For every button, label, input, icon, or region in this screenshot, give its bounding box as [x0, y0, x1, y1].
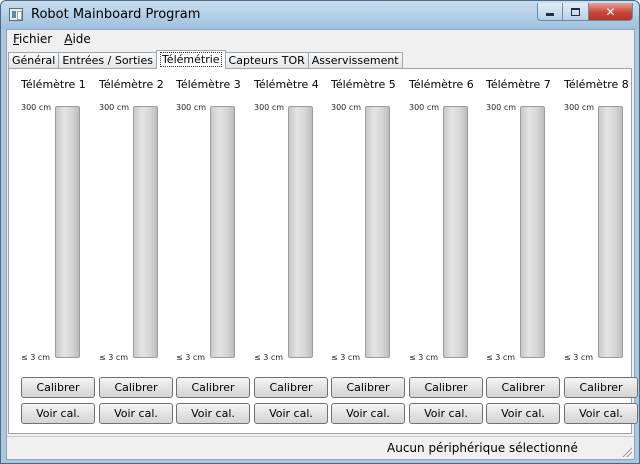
calibrate-button[interactable]: Calibrer: [254, 377, 328, 398]
view-calibration-button[interactable]: Voir cal.: [254, 403, 328, 424]
calibrate-button[interactable]: Calibrer: [564, 377, 638, 398]
tab-general[interactable]: Général: [8, 52, 60, 69]
calibrate-button[interactable]: Calibrer: [486, 377, 560, 398]
telemetry-panel: Télémètre 1 300 cm ≤ 3 cm Calibrer Voir …: [8, 68, 638, 435]
sensor-title: Télémètre 7: [486, 78, 551, 91]
range-min-label: ≤ 3 cm: [486, 353, 516, 362]
sensor-column-8: Télémètre 8 300 cm ≤ 3 cm Calibrer Voir …: [564, 69, 640, 435]
distance-bar: [365, 106, 390, 358]
distance-bar: [210, 106, 235, 358]
calibrate-button[interactable]: Calibrer: [176, 377, 250, 398]
calibrate-button[interactable]: Calibrer: [331, 377, 405, 398]
range-min-label: ≤ 3 cm: [99, 353, 129, 362]
distance-bar: [288, 106, 313, 358]
sensor-column-6: Télémètre 6 300 cm ≤ 3 cm Calibrer Voir …: [409, 69, 487, 435]
tab-entrees-sorties[interactable]: Entrées / Sorties: [58, 52, 157, 69]
distance-bar: [598, 106, 623, 358]
view-calibration-button[interactable]: Voir cal.: [21, 403, 95, 424]
view-calibration-button[interactable]: Voir cal.: [486, 403, 560, 424]
menu-aide-label: ide: [72, 32, 91, 46]
range-max-label: 300 cm: [409, 103, 440, 112]
menu-fichier-label: ichier: [19, 32, 53, 46]
distance-bar: [55, 106, 80, 358]
sensor-title: Télémètre 5: [331, 78, 396, 91]
sensor-title: Télémètre 6: [409, 78, 474, 91]
range-min-label: ≤ 3 cm: [254, 353, 284, 362]
app-window: Robot Mainboard Program ✕ Fichier Aide G…: [0, 0, 640, 464]
tab-asservissement[interactable]: Asservissement: [307, 52, 403, 69]
sensor-title: Télémètre 8: [564, 78, 629, 91]
close-button[interactable]: ✕: [589, 3, 633, 21]
view-calibration-button[interactable]: Voir cal.: [99, 403, 173, 424]
range-min-label: ≤ 3 cm: [331, 353, 361, 362]
resize-grip-icon[interactable]: [620, 445, 632, 457]
tab-capteurs-tor-label: Capteurs TOR: [228, 54, 305, 67]
menu-bar: Fichier Aide: [7, 30, 634, 49]
range-max-label: 300 cm: [99, 103, 130, 112]
range-max-label: 300 cm: [486, 103, 517, 112]
view-calibration-button[interactable]: Voir cal.: [331, 403, 405, 424]
window-title: Robot Mainboard Program: [31, 7, 201, 22]
window-controls: ✕: [537, 3, 633, 21]
status-bar: Aucun périphérique sélectionné: [7, 436, 634, 459]
tab-capteurs-tor[interactable]: Capteurs TOR: [224, 52, 309, 69]
distance-bar: [443, 106, 468, 358]
minimize-icon: [546, 13, 554, 16]
app-icon[interactable]: [9, 8, 23, 21]
menu-aide[interactable]: Aide: [58, 30, 97, 49]
tab-bar: Général Entrées / Sorties Télémétrie Cap…: [8, 50, 403, 69]
tab-general-label: Général: [12, 54, 56, 67]
range-min-label: ≤ 3 cm: [176, 353, 206, 362]
view-calibration-button[interactable]: Voir cal.: [564, 403, 638, 424]
status-text: Aucun périphérique sélectionné: [387, 441, 578, 455]
sensor-column-1: Télémètre 1 300 cm ≤ 3 cm Calibrer Voir …: [21, 69, 99, 435]
view-calibration-button[interactable]: Voir cal.: [409, 403, 483, 424]
distance-bar: [520, 106, 545, 358]
range-max-label: 300 cm: [331, 103, 362, 112]
minimize-button[interactable]: [537, 3, 563, 21]
range-min-label: ≤ 3 cm: [21, 353, 51, 362]
range-max-label: 300 cm: [564, 103, 595, 112]
sensor-title: Télémètre 3: [176, 78, 241, 91]
range-min-label: ≤ 3 cm: [564, 353, 594, 362]
sensor-column-2: Télémètre 2 300 cm ≤ 3 cm Calibrer Voir …: [99, 69, 177, 435]
sensor-column-3: Télémètre 3 300 cm ≤ 3 cm Calibrer Voir …: [176, 69, 254, 435]
tab-telemetrie[interactable]: Télémétrie: [155, 50, 226, 69]
calibrate-button[interactable]: Calibrer: [21, 377, 95, 398]
calibrate-button[interactable]: Calibrer: [409, 377, 483, 398]
range-min-label: ≤ 3 cm: [409, 353, 439, 362]
sensor-title: Télémètre 2: [99, 78, 164, 91]
range-max-label: 300 cm: [21, 103, 52, 112]
title-bar[interactable]: Robot Mainboard Program ✕: [1, 1, 639, 29]
calibrate-button[interactable]: Calibrer: [99, 377, 173, 398]
client-area: Fichier Aide Général Entrées / Sorties T…: [6, 29, 638, 460]
sensor-column-4: Télémètre 4 300 cm ≤ 3 cm Calibrer Voir …: [254, 69, 332, 435]
tab-entrees-sorties-label: Entrées / Sorties: [62, 54, 153, 67]
maximize-icon: [571, 7, 580, 16]
maximize-button[interactable]: [563, 3, 589, 21]
sensor-title: Télémètre 4: [254, 78, 319, 91]
view-calibration-button[interactable]: Voir cal.: [176, 403, 250, 424]
sensor-column-7: Télémètre 7 300 cm ≤ 3 cm Calibrer Voir …: [486, 69, 564, 435]
sensor-column-5: Télémètre 5 300 cm ≤ 3 cm Calibrer Voir …: [331, 69, 409, 435]
menu-fichier[interactable]: Fichier: [7, 30, 58, 49]
tab-telemetrie-label: Télémétrie: [159, 52, 222, 67]
close-icon: ✕: [605, 4, 616, 19]
range-max-label: 300 cm: [254, 103, 285, 112]
distance-bar: [133, 106, 158, 358]
tab-asservissement-label: Asservissement: [311, 54, 399, 67]
range-max-label: 300 cm: [176, 103, 207, 112]
sensor-title: Télémètre 1: [21, 78, 86, 91]
